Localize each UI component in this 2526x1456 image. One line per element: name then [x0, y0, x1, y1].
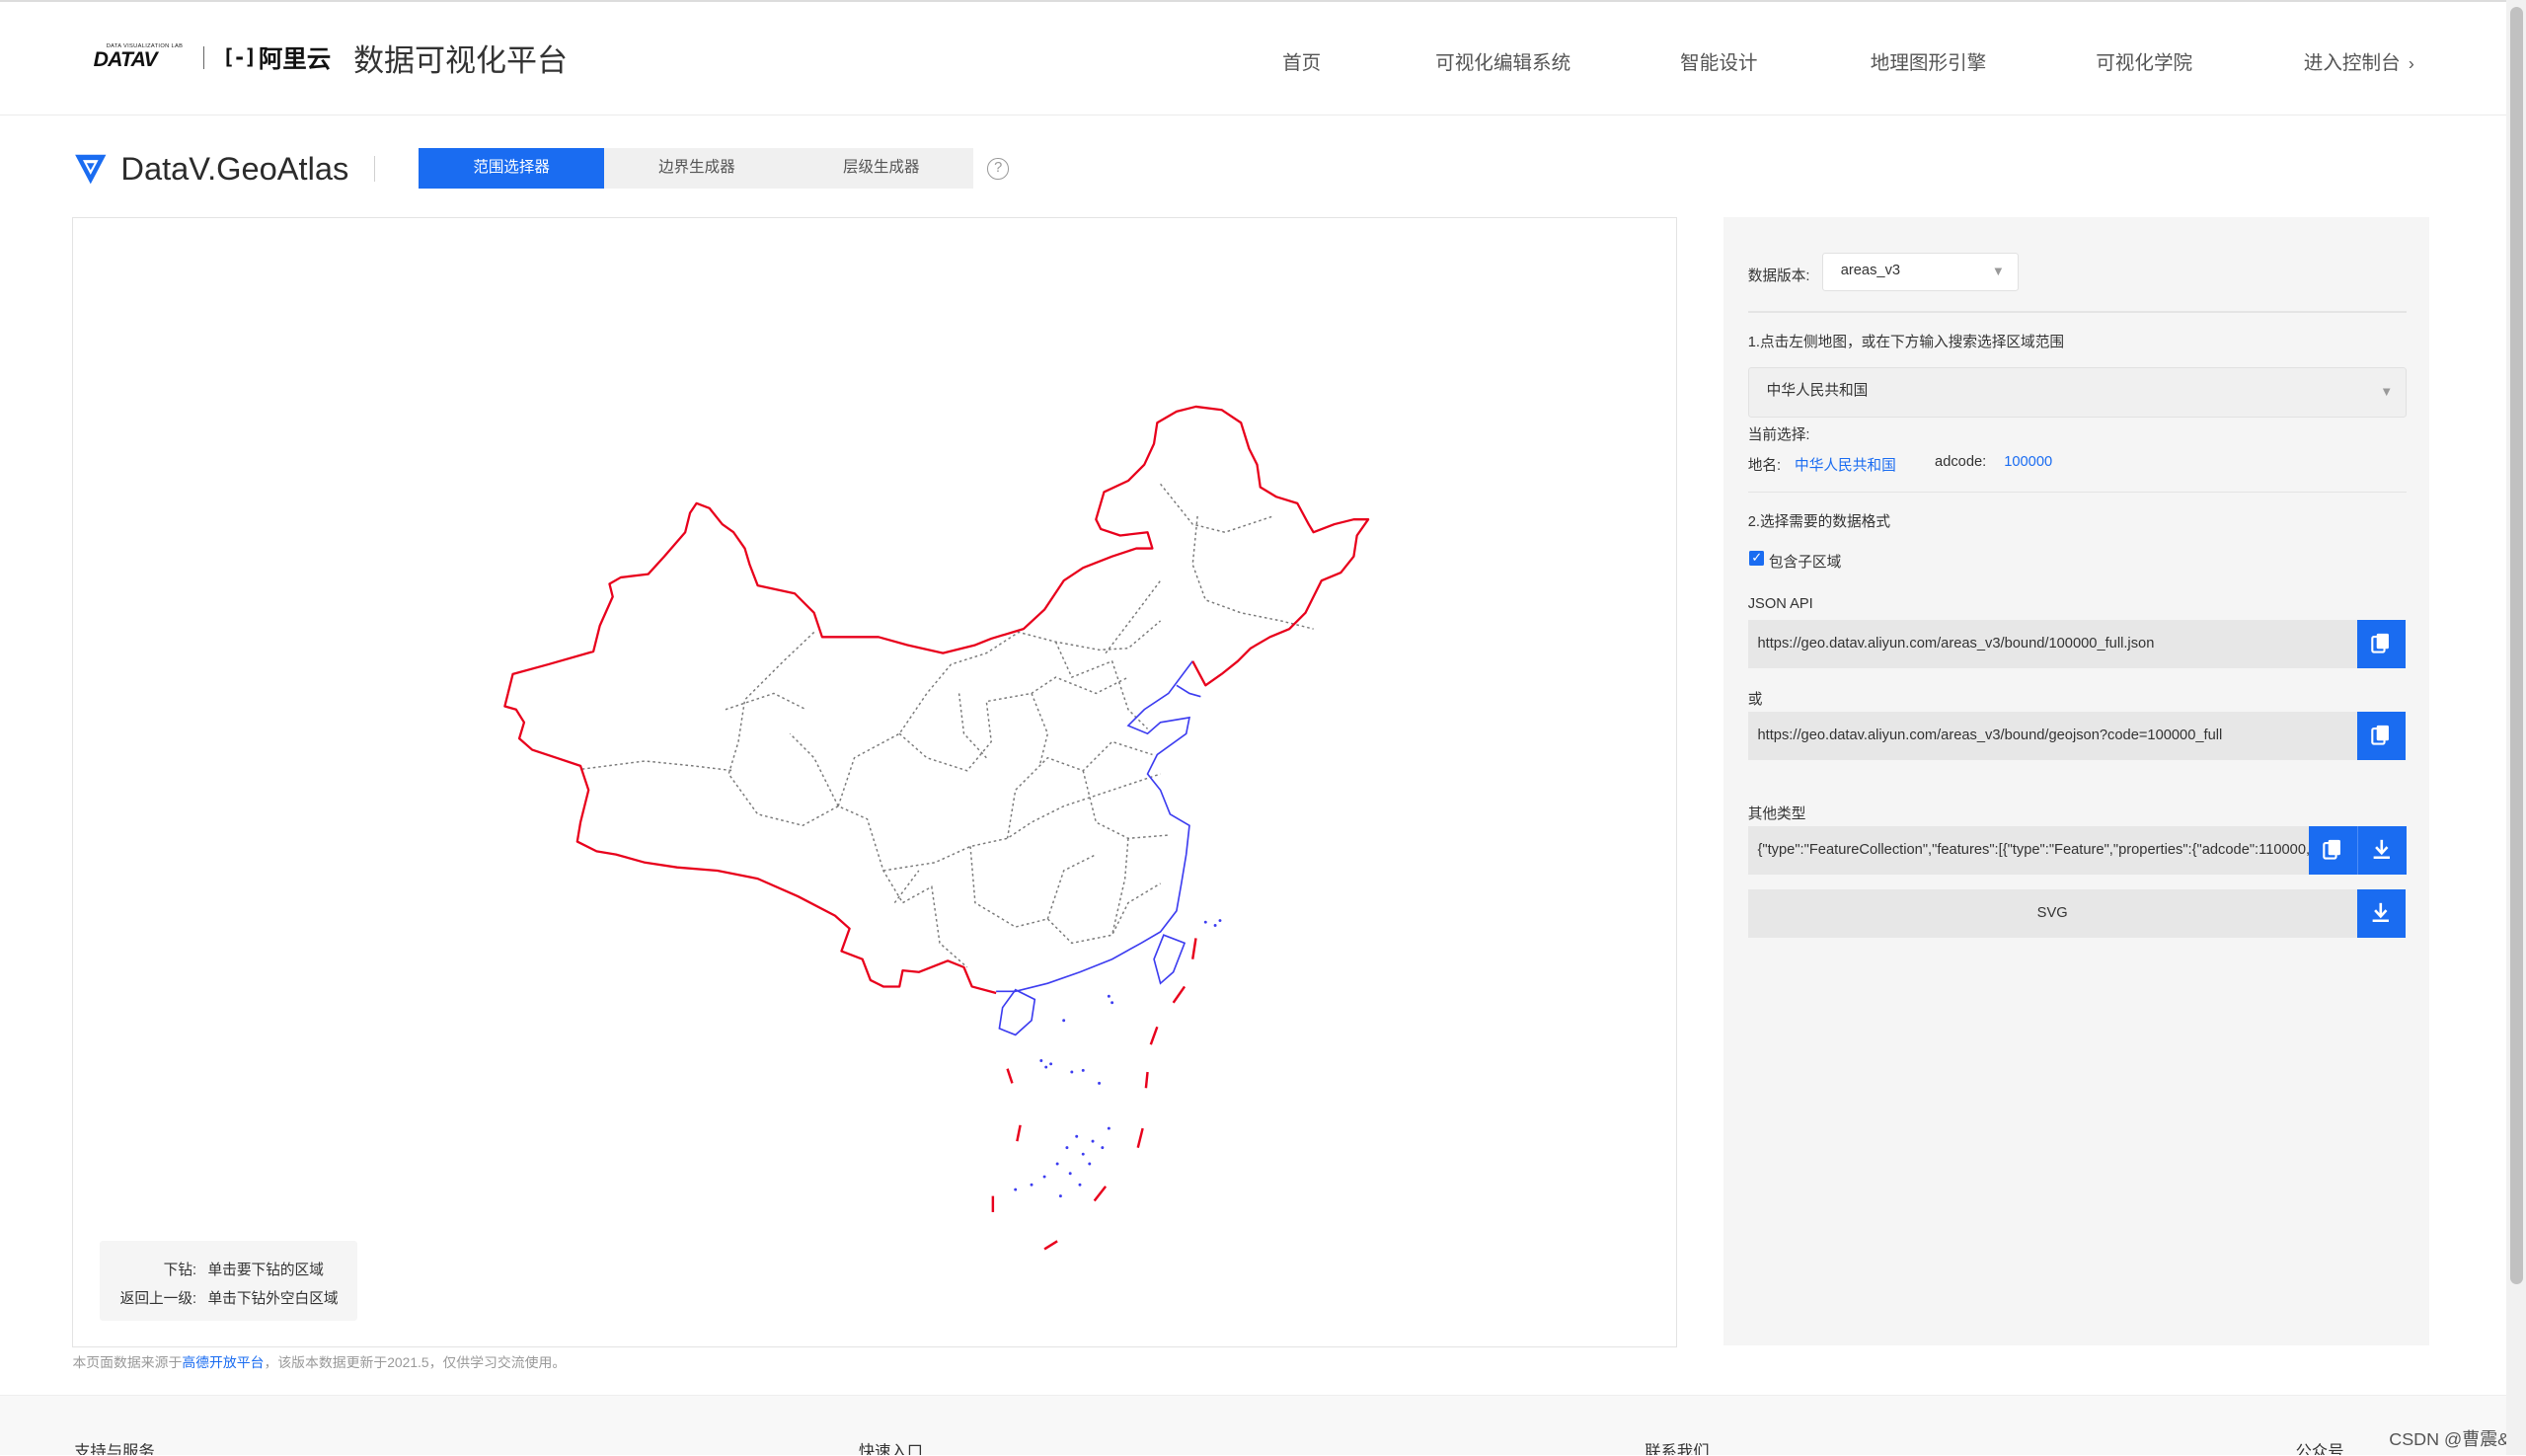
adcode-value: 100000 [2004, 454, 2053, 471]
nav-item-console[interactable]: 进入控制台 › [2304, 46, 2414, 75]
scrollbar-thumb[interactable] [2509, 6, 2523, 1284]
data-source-note: 本页面数据来源于高德开放平台，该版本数据更新于2021.5，仅供学习交流使用。 [72, 1351, 566, 1371]
top-navigation: DATA VISUALIZATION LAB DATAV [-] 阿里云 数据可… [0, 1, 2507, 115]
nav-item-academy[interactable]: 可视化学院 [2096, 46, 2192, 75]
chevron-down-icon: ▼ [1991, 264, 2005, 279]
aliyun-logo: [-] 阿里云 [222, 40, 331, 75]
step2-instruction: 2.选择需要的数据格式 [1747, 514, 1891, 531]
chevron-down-icon: ▼ [2380, 384, 2394, 400]
copy-url-button[interactable] [2356, 620, 2406, 669]
national-border [506, 406, 1370, 695]
copy-icon [2371, 634, 2390, 653]
brand-logo[interactable]: DATA VISUALIZATION LAB DATAV [-] 阿里云 数据可… [94, 36, 568, 80]
json-api-url-field[interactable]: https://geo.datav.aliyun.com/areas_v3/bo… [1747, 620, 2357, 669]
brand-divider [202, 45, 205, 69]
download-svg-button[interactable] [2356, 888, 2406, 938]
aliyun-logo-text: 阿里云 [258, 45, 332, 73]
include-subregions-checkbox[interactable]: ✓ [1749, 550, 1765, 566]
footer [0, 1395, 2507, 1455]
tab-boundary-generator[interactable]: 边界生成器 [604, 148, 790, 189]
tab-range-selector[interactable]: 范围选择器 [419, 148, 604, 189]
place-label: 地名: [1747, 458, 1782, 475]
south-china-sea-islands [1014, 919, 1222, 1198]
divider [1747, 491, 2408, 494]
or-label: 或 [1747, 691, 1763, 708]
amap-open-platform-link[interactable]: 高德开放平台 [182, 1354, 264, 1370]
geoatlas-logo-icon [75, 154, 107, 185]
step1-instruction: 1.点击左侧地图，或在下方输入搜索选择区域范围 [1747, 334, 2065, 350]
footer-quick-links: 快速入口 [858, 1443, 924, 1455]
tip-drilldown-value: 单击要下钻的区域 [207, 1262, 324, 1278]
tip-back-key: 返回上一级: [119, 1290, 197, 1307]
footer-wechat: 公众号 [2295, 1443, 2344, 1455]
nine-dash-line [992, 938, 1198, 1251]
platform-title: 数据可视化平台 [353, 42, 569, 78]
copy-icon [2323, 840, 2341, 860]
datav-logo: DATA VISUALIZATION LAB DATAV [94, 37, 188, 78]
json-api-label: JSON API [1747, 595, 1813, 612]
header-divider [373, 156, 376, 183]
footer-contact: 联系我们 [1645, 1443, 1710, 1455]
aliyun-logo-icon: [-] [222, 44, 257, 70]
svg-format-button[interactable]: SVG [1747, 888, 2357, 938]
footer-support: 支持与服务 [74, 1443, 155, 1455]
other-types-label: 其他类型 [1747, 805, 1806, 822]
console-label: 进入控制台 [2303, 52, 2401, 75]
adcode-label: adcode: [1935, 454, 1987, 471]
include-subregions-label: 包含子区域 [1768, 555, 1842, 572]
geojson-preview-field[interactable]: {"type":"FeatureCollection","features":[… [1747, 826, 2309, 876]
download-geojson-button[interactable] [2356, 826, 2407, 876]
nav-item-home[interactable]: 首页 [1282, 46, 1321, 75]
copy-geojson-button[interactable] [2308, 826, 2357, 876]
coastline [996, 660, 1202, 1036]
note-prefix: 本页面数据来源于 [72, 1354, 183, 1371]
page-root: DATA VISUALIZATION LAB DATAV [-] 阿里云 数据可… [0, 0, 2526, 1455]
download-icon [2373, 840, 2391, 860]
current-selection-label: 当前选择: [1747, 427, 1810, 444]
copy-icon [2371, 726, 2390, 746]
chevron-right-icon: › [2408, 53, 2414, 74]
geoatlas-title: DataV.GeoAtlas [120, 149, 349, 187]
version-select[interactable]: areas_v3 ▼ [1821, 253, 2019, 292]
version-value: areas_v3 [1840, 263, 1901, 279]
csdn-watermark: CSDN @曹震& [2389, 1429, 2510, 1450]
tip-back-value: 单击下钻外空白区域 [207, 1290, 339, 1307]
place-value: 中华人民共和国 [1795, 458, 1896, 475]
version-label: 数据版本: [1747, 268, 1810, 284]
download-icon [2372, 902, 2390, 922]
nav-item-geo-engine[interactable]: 地理图形引擎 [1871, 46, 1986, 75]
nav-item-smart-design[interactable]: 智能设计 [1680, 46, 1757, 75]
region-search-select[interactable]: 中华人民共和国 ▼ [1747, 367, 2408, 418]
tip-drilldown-key: 下钻: [163, 1262, 197, 1278]
help-icon[interactable]: ? [987, 157, 1009, 180]
map-panel[interactable] [72, 217, 1678, 1347]
geojson-url-field[interactable]: https://geo.datav.aliyun.com/areas_v3/bo… [1747, 712, 2357, 761]
note-suffix: ，该版本数据更新于2021.5，仅供学习交流使用。 [264, 1354, 567, 1371]
nav-item-visual-editor[interactable]: 可视化编辑系统 [1435, 46, 1570, 75]
southwest-border [503, 693, 997, 995]
datav-logo-text: DATAV [93, 47, 158, 71]
copy-geojson-url-button[interactable] [2356, 712, 2406, 761]
region-search-value: 中华人民共和国 [1766, 383, 1869, 400]
tab-level-generator[interactable]: 层级生成器 [789, 148, 973, 189]
province-borders [582, 484, 1315, 968]
china-map[interactable] [73, 218, 1676, 1345]
divider [1747, 310, 2408, 313]
map-help-tooltip: 下钻: 单击要下钻的区域 返回上一级: 单击下钻外空白区域 [100, 1240, 358, 1322]
